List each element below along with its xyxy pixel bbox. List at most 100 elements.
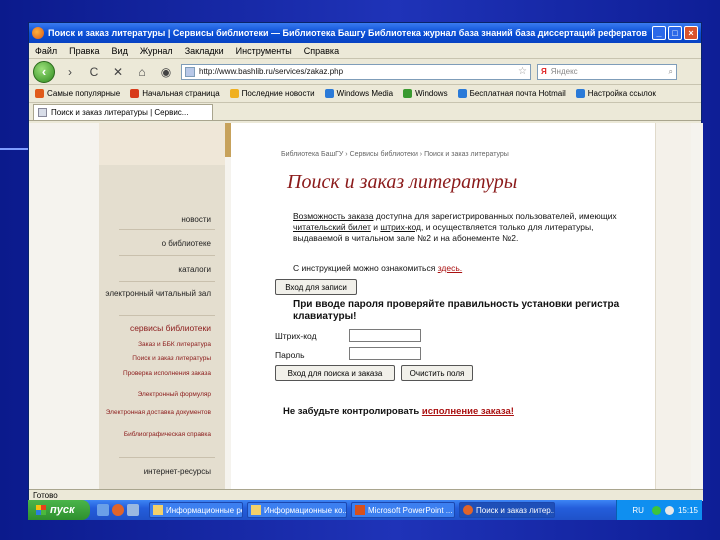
- bookmark-item[interactable]: Windows: [403, 89, 448, 98]
- search-input[interactable]: Яндекс: [551, 67, 669, 76]
- sidebar-item-internet[interactable]: интернет-ресурсы: [99, 467, 225, 476]
- reload-icon[interactable]: C: [85, 63, 103, 81]
- slide-accent-line: [0, 148, 28, 150]
- history-icon[interactable]: ◉: [157, 63, 175, 81]
- sidebar-subitem[interactable]: Поиск и заказ литературы: [99, 355, 225, 362]
- menu-bar: Файл Правка Вид Журнал Закладки Инструме…: [29, 43, 701, 59]
- show-desktop-icon[interactable]: [97, 504, 109, 516]
- taskbar-item-active[interactable]: Поиск и заказ литер...: [459, 502, 555, 518]
- sidebar-divider: [119, 457, 215, 458]
- menu-edit[interactable]: Правка: [69, 46, 99, 56]
- sidebar-subitem[interactable]: Электронный формуляр: [99, 391, 225, 398]
- sidebar-subitem[interactable]: Проверка исполнения заказа: [99, 370, 225, 377]
- menu-bookmarks[interactable]: Закладки: [185, 46, 224, 56]
- bookmark-item[interactable]: Начальная страница: [130, 89, 220, 98]
- barcode-label: Штрих-код: [275, 331, 317, 341]
- title-bar: Поиск и заказ литературы | Сервисы библи…: [29, 23, 701, 43]
- sidebar-subitem[interactable]: Заказ и ББК литература: [99, 341, 225, 348]
- bookmark-item[interactable]: Бесплатная почта Hotmail: [457, 89, 566, 98]
- maximize-button[interactable]: □: [668, 26, 682, 40]
- browser-window: Поиск и заказ литературы | Сервисы библи…: [28, 22, 703, 501]
- bookmark-item[interactable]: Самые популярные: [35, 89, 120, 98]
- sidebar-divider: [119, 255, 215, 256]
- search-box[interactable]: Я Яндекс ⌕: [537, 63, 677, 80]
- stop-icon[interactable]: ✕: [109, 63, 127, 81]
- back-button[interactable]: ‹: [33, 60, 55, 83]
- site-favicon: [185, 66, 195, 77]
- address-bar[interactable]: http://www.bashlib.ru/services/zakaz.php…: [181, 63, 531, 80]
- menu-tools[interactable]: Инструменты: [236, 46, 292, 56]
- taskbar-item[interactable]: Информационные ре...: [149, 502, 243, 518]
- firefox-icon: [463, 505, 473, 515]
- barcode-input[interactable]: [349, 329, 421, 342]
- system-tray: RU 15:15: [616, 500, 702, 520]
- page-viewport: новости о библиотеке каталоги электронны…: [29, 123, 703, 489]
- order-status-link[interactable]: исполнение заказа!: [422, 406, 514, 417]
- bookmarks-toolbar: Самые популярные Начальная страница Посл…: [29, 85, 701, 103]
- bookmark-icon: [457, 89, 467, 98]
- menu-file[interactable]: Файл: [35, 46, 57, 56]
- login-search-button[interactable]: Вход для поиска и заказа: [275, 365, 395, 381]
- powerpoint-icon: [355, 505, 365, 515]
- sidebar-divider: [119, 281, 215, 282]
- barcode-link[interactable]: штрих-код: [380, 222, 421, 232]
- page-main: Библиотека БашГУ › Сервисы библиотеки › …: [231, 123, 655, 489]
- clear-fields-button[interactable]: Очистить поля: [401, 365, 473, 381]
- taskbar: пуск Информационные ре... Информационные…: [28, 500, 702, 520]
- search-icon[interactable]: ⌕: [669, 67, 673, 77]
- order-link[interactable]: Возможность заказа: [293, 211, 374, 221]
- password-input[interactable]: [349, 347, 421, 360]
- bookmark-item[interactable]: Последние новости: [229, 89, 315, 98]
- start-button[interactable]: пуск: [28, 500, 90, 520]
- minimize-button[interactable]: _: [652, 26, 666, 40]
- bookmark-star-icon[interactable]: ☆: [518, 66, 527, 77]
- sidebar-divider: [119, 315, 215, 316]
- bookmark-icon: [229, 89, 239, 98]
- page-right-margin: [655, 123, 691, 489]
- bookmark-item[interactable]: Windows Media: [324, 89, 393, 98]
- breadcrumb[interactable]: Библиотека БашГУ › Сервисы библиотеки › …: [281, 151, 509, 158]
- bookmark-item[interactable]: Настройка ссылок: [575, 89, 656, 98]
- network-icon[interactable]: [651, 505, 661, 515]
- sidebar-item-news[interactable]: новости: [99, 215, 225, 224]
- tab-page-icon: [38, 108, 47, 117]
- sidebar-item-catalogs[interactable]: каталоги: [99, 265, 225, 274]
- instruction-link[interactable]: здесь.: [438, 263, 462, 273]
- taskbar-item[interactable]: Информационные ко...: [247, 502, 347, 518]
- sidebar-item-services[interactable]: сервисы библиотеки: [99, 323, 225, 333]
- reader-card-link[interactable]: читательский билет: [293, 222, 371, 232]
- sidebar-subitem[interactable]: Электронная доставка документов: [99, 409, 225, 416]
- password-warning: При вводе пароля проверяйте правильность…: [293, 299, 620, 322]
- bookmark-icon: [130, 89, 140, 98]
- sidebar-item-about[interactable]: о библиотеке: [99, 239, 225, 248]
- taskbar-item[interactable]: Microsoft PowerPoint ...: [351, 502, 455, 518]
- language-indicator[interactable]: RU: [632, 506, 644, 515]
- forward-icon[interactable]: ›: [61, 63, 79, 81]
- clock[interactable]: 15:15: [678, 506, 698, 515]
- menu-view[interactable]: Вид: [112, 46, 128, 56]
- enter-button[interactable]: Вход для записи: [275, 279, 357, 295]
- info-paragraph: Возможность заказа доступна для зарегист…: [293, 211, 617, 243]
- bookmark-icon: [403, 89, 413, 98]
- tab-active[interactable]: Поиск и заказ литературы | Сервис...: [33, 104, 213, 120]
- tab-label: Поиск и заказ литературы | Сервис...: [51, 108, 189, 117]
- bookmark-icon: [575, 89, 585, 98]
- page-title: Поиск и заказ литературы: [287, 171, 518, 193]
- password-label: Пароль: [275, 350, 305, 360]
- volume-icon[interactable]: [664, 505, 674, 515]
- close-button[interactable]: ×: [684, 26, 698, 40]
- navigation-toolbar: ‹ › C ✕ ⌂ ◉ http://www.bashlib.ru/servic…: [29, 59, 701, 85]
- sidebar-item-reading-room[interactable]: электронный читальный зал: [99, 289, 225, 298]
- url-text[interactable]: http://www.bashlib.ru/services/zakaz.php: [199, 67, 518, 76]
- home-icon[interactable]: ⌂: [133, 63, 151, 81]
- menu-help[interactable]: Справка: [304, 46, 339, 56]
- yandex-icon[interactable]: Я: [541, 67, 547, 76]
- sidebar-subitem[interactable]: Библиографическая справка: [99, 431, 225, 438]
- firefox-icon: [32, 27, 44, 39]
- folder-icon: [153, 505, 163, 515]
- app-quick-icon[interactable]: [127, 504, 139, 516]
- tab-strip: Поиск и заказ литературы | Сервис...: [29, 103, 701, 121]
- bookmark-icon: [35, 89, 44, 98]
- menu-history[interactable]: Журнал: [140, 46, 173, 56]
- firefox-quick-icon[interactable]: [112, 504, 124, 516]
